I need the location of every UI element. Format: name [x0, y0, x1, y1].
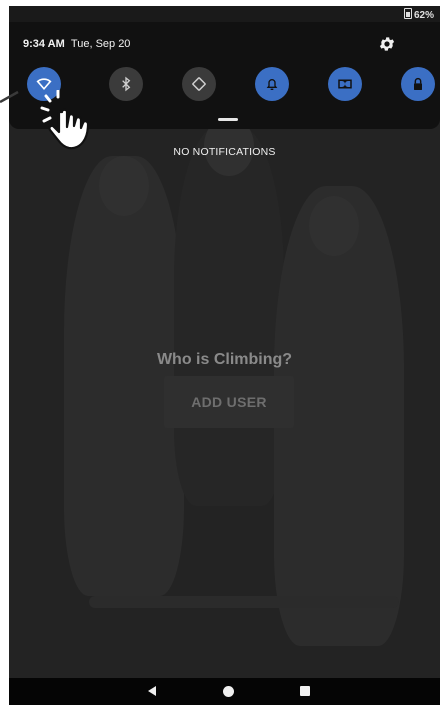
- settings-gear-icon[interactable]: [378, 35, 396, 53]
- lock-tile[interactable]: [401, 67, 435, 101]
- battery-indicator: 62%: [403, 8, 434, 21]
- shade-drag-handle[interactable]: [218, 118, 238, 121]
- lock-icon: [414, 78, 422, 90]
- pointer-line-icon: [0, 90, 19, 104]
- person-head: [99, 156, 149, 216]
- shade-datetime: 9:34 AM Tue, Sep 20: [23, 38, 130, 50]
- clock-time: 9:34 AM: [23, 38, 65, 50]
- bluetooth-icon: [122, 76, 131, 92]
- add-user-button[interactable]: ADD USER: [164, 376, 294, 428]
- recent-apps-icon[interactable]: [300, 686, 310, 696]
- clock-date: Tue, Sep 20: [70, 38, 131, 50]
- who-is-climbing-heading: Who is Climbing?: [156, 351, 293, 368]
- home-icon[interactable]: [223, 686, 234, 697]
- auto-rotate-tile[interactable]: [182, 67, 216, 101]
- status-bar: 62%: [9, 6, 440, 22]
- climber-machine-base: [89, 596, 399, 608]
- sound-tile[interactable]: [255, 67, 289, 101]
- person-figure: [174, 126, 284, 506]
- person-head: [309, 196, 359, 256]
- battery-icon: [403, 8, 412, 19]
- battery-level: 62%: [413, 10, 434, 21]
- dolby-tile[interactable]: [328, 67, 362, 101]
- navigation-bar: [9, 678, 440, 705]
- tap-hand-icon: [40, 90, 90, 150]
- dolby-icon: [338, 79, 352, 89]
- back-icon[interactable]: [146, 685, 158, 697]
- bluetooth-tile[interactable]: [109, 67, 143, 101]
- rotate-icon: [192, 77, 206, 91]
- bell-icon: [266, 79, 278, 90]
